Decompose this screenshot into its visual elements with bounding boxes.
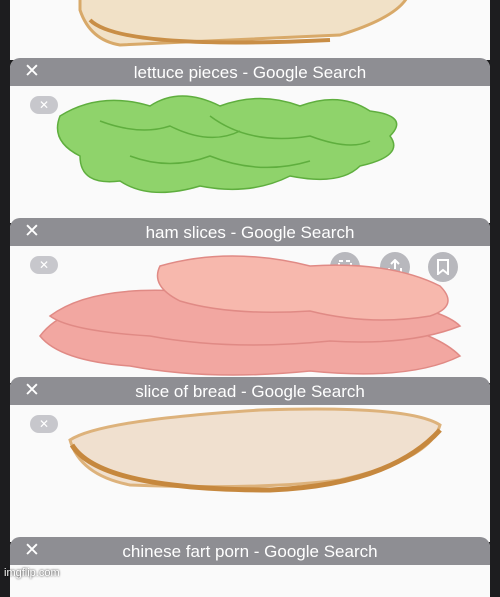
- close-icon[interactable]: ✕: [30, 415, 58, 433]
- bread-slice-image: [78, 0, 408, 47]
- close-icon[interactable]: ✕: [30, 96, 58, 114]
- tab-header: ✕ chinese fart porn - Google Search: [10, 537, 490, 565]
- ham-slices-image: [39, 255, 462, 376]
- bread-slice-image: [68, 407, 442, 493]
- tab-preview: ✕: [10, 405, 490, 542]
- tab-preview: ✕: [10, 86, 490, 223]
- tab-preview: [10, 0, 490, 60]
- tab-header: ✕ slice of bread - Google Search: [10, 377, 490, 405]
- tab-card-lettuce[interactable]: ✕ lettuce pieces - Google Search ✕: [10, 58, 490, 223]
- tab-header: ✕ lettuce pieces - Google Search: [10, 58, 490, 86]
- tab-title: slice of bread - Google Search: [135, 382, 365, 401]
- tab-title: ham slices - Google Search: [145, 223, 355, 242]
- watermark: imgflip.com: [4, 567, 60, 579]
- tab-preview: [10, 565, 490, 597]
- tab-preview: ✕: [10, 246, 490, 383]
- tab-card-ham[interactable]: ✕ ham slices - Google Search ✕: [10, 218, 490, 383]
- tab-title: chinese fart porn - Google Search: [122, 542, 378, 561]
- tab-card-bread-top[interactable]: [10, 0, 490, 60]
- tab-card-bread[interactable]: ✕ slice of bread - Google Search ✕: [10, 377, 490, 542]
- tab-title: lettuce pieces - Google Search: [133, 63, 367, 82]
- tab-card-last[interactable]: ✕ chinese fart porn - Google Search: [10, 537, 490, 597]
- lettuce-image: [56, 95, 398, 194]
- tab-header: ✕ ham slices - Google Search: [10, 218, 490, 246]
